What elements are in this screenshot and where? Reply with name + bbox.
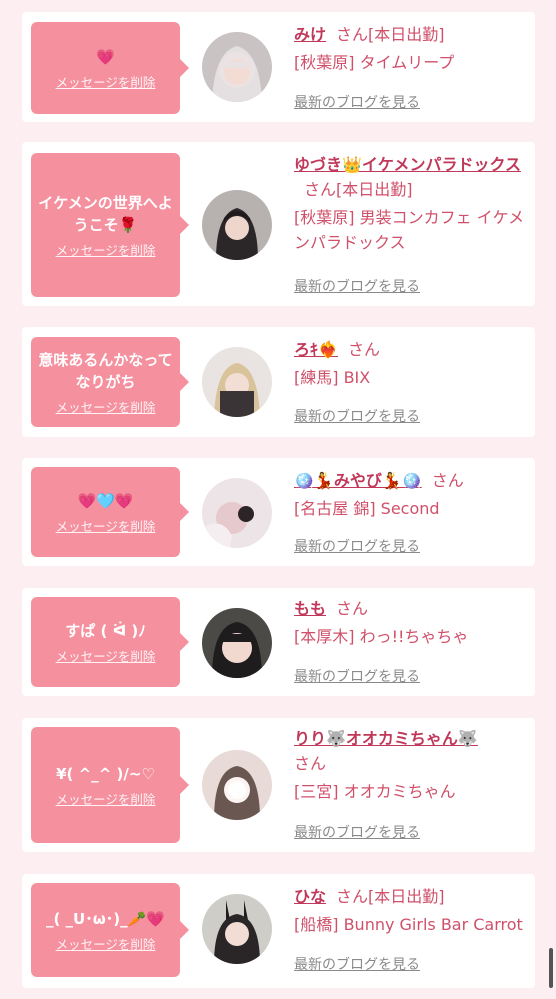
message-text: 💗🩵💗 — [77, 491, 134, 510]
shop-name: [船橋] Bunny Girls Bar Carrot — [294, 915, 523, 934]
blog-link[interactable]: 最新のブログを見る — [294, 276, 420, 296]
honorific: さん — [336, 887, 369, 906]
message-text: ¥( ^_^ )/~♡ — [56, 764, 155, 783]
blog-link[interactable]: 最新のブログを見る — [294, 406, 420, 426]
blog-link[interactable]: 最新のブログを見る — [294, 822, 420, 842]
profile-info: ゆづき👑イケメンパラドックスさん[本日出勤] [秋葉原] 男装コンカフェ イケメ… — [294, 152, 530, 255]
scrollbar[interactable] — [549, 948, 553, 988]
honorific: さん — [294, 754, 327, 773]
delete-message-link[interactable]: メッセージを削除 — [56, 789, 156, 808]
message-text: イケメンの世界へようこそ🌹 — [38, 193, 173, 234]
delete-message-link[interactable]: メッセージを削除 — [56, 72, 156, 91]
cast-name-link[interactable]: ゆづき👑イケメンパラドックス — [294, 155, 521, 174]
favorite-card: すぱ ( ᐛ )ﾉ メッセージを削除 もも さん [本厚木] わっ!!ちゃちゃ 最… — [22, 588, 535, 696]
shop-name: [練馬] BIX — [294, 368, 371, 387]
cast-name-link[interactable]: ひな — [294, 887, 326, 906]
avatar[interactable] — [202, 478, 272, 548]
message-text: _( _U･ω･)_🥕💗 — [45, 909, 165, 928]
status-badge: [本日出勤] — [368, 887, 445, 906]
message-bubble: _( _U･ω･)_🥕💗 メッセージを削除 — [31, 883, 189, 977]
message-bubble: 💗 メッセージを削除 — [31, 22, 189, 114]
favorite-card: イケメンの世界へようこそ🌹 メッセージを削除 ゆづき👑イケメンパラドックスさん[… — [22, 142, 535, 306]
profile-info: みけ さん[本日出勤] [秋葉原] タイムリープ — [294, 22, 530, 75]
blog-link[interactable]: 最新のブログを見る — [294, 954, 420, 974]
avatar[interactable] — [202, 190, 272, 260]
message-bubble: ¥( ^_^ )/~♡ メッセージを削除 — [31, 727, 189, 843]
message-bubble: 💗🩵💗 メッセージを削除 — [31, 467, 189, 557]
honorific: さん — [347, 340, 380, 359]
message-text: 意味あるんかなってなりがち — [38, 350, 173, 391]
message-bubble: すぱ ( ᐛ )ﾉ メッセージを削除 — [31, 597, 189, 687]
message-bubble: 意味あるんかなってなりがち メッセージを削除 — [31, 337, 189, 427]
shop-name: [本厚木] わっ!!ちゃちゃ — [294, 627, 469, 646]
profile-info: ろｷ❤️‍🔥 さん [練馬] BIX — [294, 337, 530, 390]
honorific: さん — [431, 471, 464, 490]
honorific: さん — [304, 180, 337, 199]
cast-name-link[interactable]: 🪩💃みやび💃🪩 — [294, 471, 422, 490]
message-text: すぱ ( ᐛ )ﾉ — [65, 621, 146, 640]
delete-message-link[interactable]: メッセージを削除 — [56, 646, 156, 665]
blog-link[interactable]: 最新のブログを見る — [294, 92, 420, 112]
favorite-card: _( _U･ω･)_🥕💗 メッセージを削除 ひな さん[本日出勤] [船橋] Bu… — [22, 874, 535, 988]
message-bubble: イケメンの世界へようこそ🌹 メッセージを削除 — [31, 153, 189, 297]
avatar[interactable] — [202, 750, 272, 820]
cast-name-link[interactable]: もも — [294, 599, 326, 618]
favorite-card: 💗 メッセージを削除 みけ さん[本日出勤] [秋葉原] タイムリープ 最新のブロ… — [22, 12, 535, 122]
blog-link[interactable]: 最新のブログを見る — [294, 536, 420, 556]
delete-message-link[interactable]: メッセージを削除 — [56, 240, 156, 259]
shop-name: [秋葉原] タイムリープ — [294, 53, 455, 72]
profile-info: 🪩💃みやび💃🪩 さん [名古屋 錦] Second — [294, 468, 530, 521]
favorite-card: 💗🩵💗 メッセージを削除 🪩💃みやび💃🪩 さん [名古屋 錦] Second 最新… — [22, 458, 535, 566]
avatar[interactable] — [202, 347, 272, 417]
delete-message-link[interactable]: メッセージを削除 — [56, 397, 156, 416]
cast-name-link[interactable]: りり🐺オオカミちゃん🐺 — [294, 729, 478, 748]
delete-message-link[interactable]: メッセージを削除 — [56, 516, 156, 535]
cast-name-link[interactable]: みけ — [294, 25, 326, 44]
blog-link[interactable]: 最新のブログを見る — [294, 666, 420, 686]
favorite-card: ¥( ^_^ )/~♡ メッセージを削除 りり🐺オオカミちゃん🐺 さん [三宮] … — [22, 718, 535, 852]
avatar[interactable] — [202, 32, 272, 102]
shop-name: [名古屋 錦] Second — [294, 499, 440, 518]
avatar[interactable] — [202, 608, 272, 678]
shop-name: [三宮] オオカミちゃん — [294, 782, 456, 801]
honorific: さん — [336, 25, 369, 44]
message-text: 💗 — [96, 47, 115, 66]
profile-info: ひな さん[本日出勤] [船橋] Bunny Girls Bar Carrot — [294, 884, 530, 937]
avatar[interactable] — [202, 894, 272, 964]
delete-message-link[interactable]: メッセージを削除 — [56, 934, 156, 953]
profile-info: りり🐺オオカミちゃん🐺 さん [三宮] オオカミちゃん — [294, 726, 530, 804]
cast-name-link[interactable]: ろｷ❤️‍🔥 — [294, 340, 338, 359]
profile-info: もも さん [本厚木] わっ!!ちゃちゃ — [294, 596, 530, 649]
favorite-card: 意味あるんかなってなりがち メッセージを削除 ろｷ❤️‍🔥 さん [練馬] BIX… — [22, 327, 535, 437]
honorific: さん — [336, 599, 369, 618]
shop-name: [秋葉原] 男装コンカフェ イケメンパラドックス — [294, 208, 525, 252]
status-badge: [本日出勤] — [368, 25, 445, 44]
status-badge: [本日出勤] — [336, 180, 413, 199]
